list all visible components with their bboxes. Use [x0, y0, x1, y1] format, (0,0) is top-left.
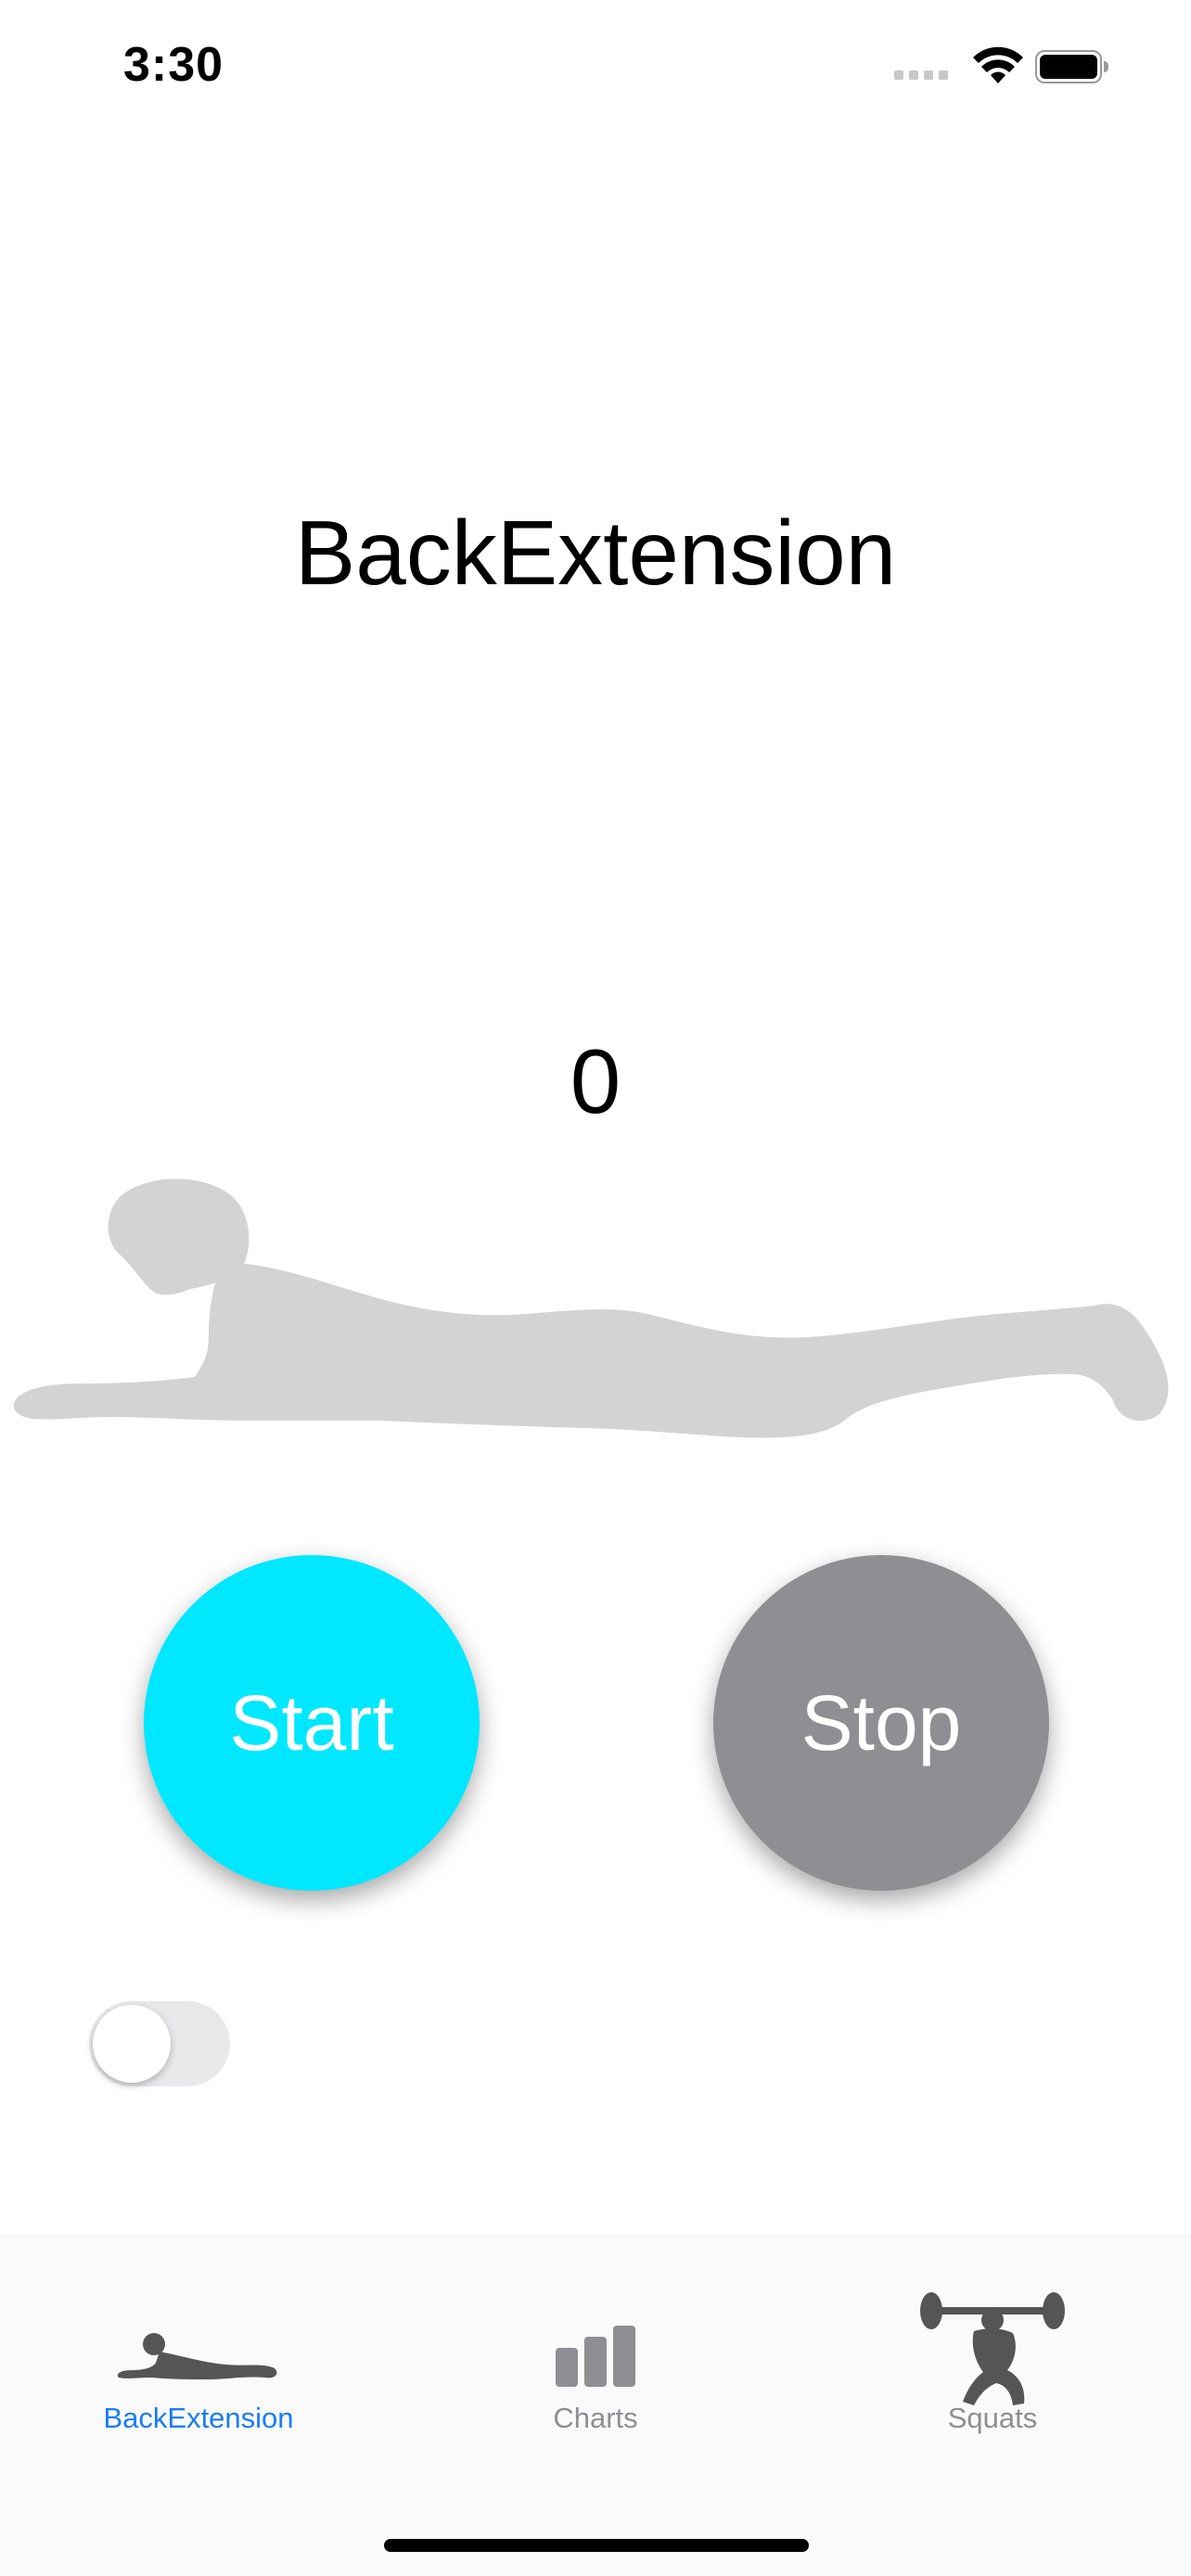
page-title: BackExtension [294, 502, 897, 604]
battery-icon [1035, 50, 1108, 83]
toggle-switch[interactable] [89, 2001, 230, 2086]
wifi-icon [973, 46, 1023, 83]
tab-label: BackExtension [103, 2402, 294, 2434]
squat-icon [920, 2292, 1065, 2405]
tab-squats[interactable]: Squats [794, 2235, 1191, 2457]
start-button[interactable]: Start [144, 1555, 480, 1891]
tab-charts[interactable]: Charts [397, 2235, 794, 2457]
back-extension-illustration [13, 1179, 1169, 1438]
home-indicator[interactable] [384, 2539, 809, 2552]
status-time: 3:30 [123, 38, 224, 92]
stop-button-label: Stop [800, 1678, 962, 1766]
tab-label: Squats [947, 2402, 1038, 2434]
tab-bar: BackExtension Charts Squats [0, 2235, 1191, 2576]
status-icons [894, 46, 1117, 87]
stop-button[interactable]: Stop [713, 1555, 1049, 1891]
rep-counter: 0 [570, 1030, 621, 1132]
toggle-knob [93, 2005, 171, 2083]
bar-chart-icon [556, 2326, 635, 2387]
tab-backextension[interactable]: BackExtension [0, 2235, 397, 2457]
tab-label: Charts [553, 2402, 638, 2434]
cellular-signal-icon [894, 70, 950, 80]
start-button-label: Start [229, 1678, 394, 1766]
back-extension-icon [117, 2333, 277, 2379]
